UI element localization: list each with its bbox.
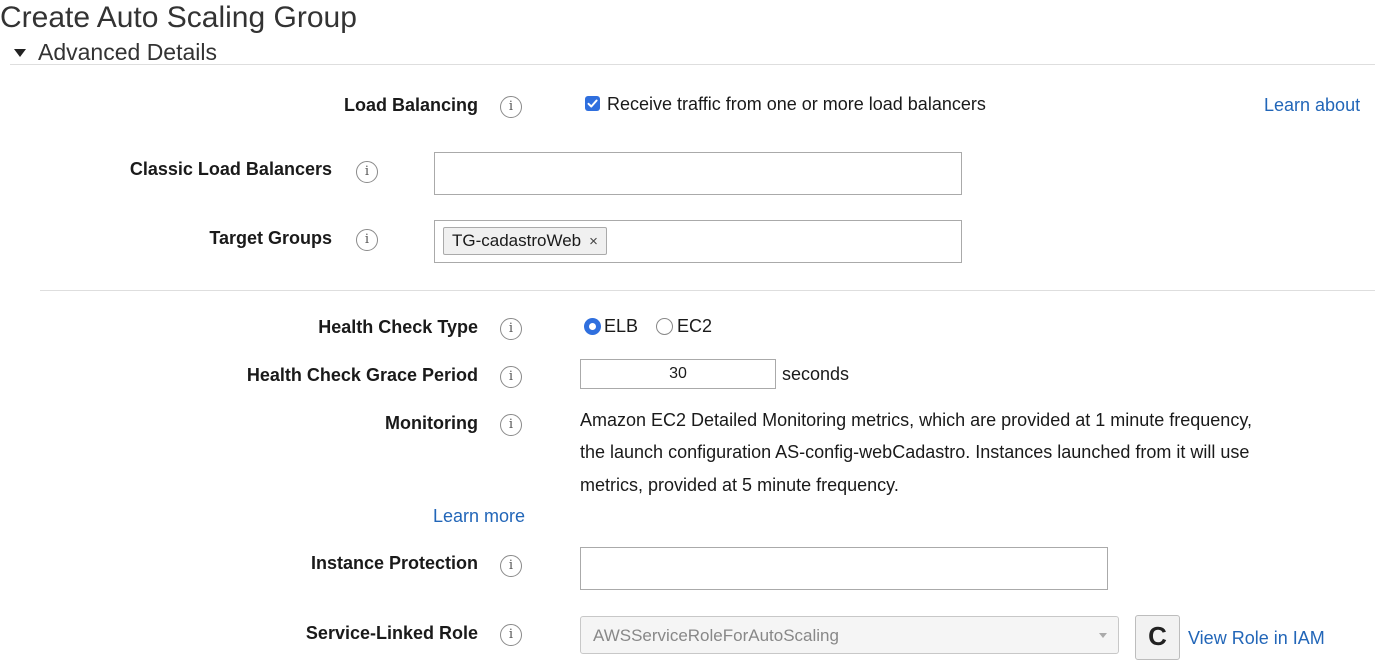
health-check-type-label: Health Check Type — [318, 317, 478, 337]
caret-down-icon — [14, 49, 26, 57]
dropdown-arrow-icon — [1099, 633, 1107, 638]
target-group-tag: TG-cadastroWeb × — [443, 227, 607, 255]
health-check-grace-label: Health Check Grace Period — [246, 365, 478, 385]
form-divider — [40, 290, 1375, 291]
monitoring-label: Monitoring — [385, 413, 478, 433]
info-icon[interactable]: i — [500, 366, 522, 388]
monitoring-text-line: Amazon EC2 Detailed Monitoring metrics, … — [580, 410, 1252, 430]
seconds-unit: seconds — [782, 364, 850, 384]
elb-radio[interactable] — [584, 318, 601, 335]
classic-load-balancers-label: Classic Load Balancers — [129, 159, 332, 179]
section-title: Advanced Details — [38, 39, 217, 65]
instance-protection-input[interactable] — [580, 547, 1108, 590]
info-icon[interactable]: i — [500, 555, 522, 577]
receive-traffic-label: Receive traffic from one or more load ba… — [607, 94, 986, 114]
advanced-details-toggle[interactable]: Advanced Details — [14, 38, 217, 66]
remove-tag-icon[interactable]: × — [589, 233, 598, 250]
info-icon[interactable]: i — [500, 318, 522, 340]
ec2-radio-label: EC2 — [677, 316, 713, 336]
target-group-tag-label: TG-cadastroWeb — [452, 231, 582, 250]
view-role-in-iam-link[interactable]: View Role in IAM — [1188, 627, 1325, 649]
grace-period-input[interactable]: 30 — [580, 359, 776, 389]
ec2-radio[interactable] — [656, 318, 673, 335]
service-linked-role-select[interactable]: AWSServiceRoleForAutoScaling — [580, 616, 1119, 654]
monitoring-text-line: metrics, provided at 5 minute frequency. — [580, 475, 899, 495]
checkmark-icon — [587, 99, 598, 108]
classic-load-balancers-input[interactable] — [434, 152, 962, 195]
elb-radio-label: ELB — [604, 316, 639, 336]
section-divider — [10, 64, 1375, 65]
learn-more-link[interactable]: Learn more — [433, 505, 525, 527]
instance-protection-label: Instance Protection — [310, 553, 478, 573]
info-icon[interactable]: i — [500, 414, 522, 436]
service-linked-role-label: Service-Linked Role — [305, 623, 478, 643]
monitoring-text-line: the launch configuration AS-config-webCa… — [580, 442, 1250, 462]
info-icon[interactable]: i — [356, 229, 378, 251]
info-icon[interactable]: i — [500, 96, 522, 118]
service-linked-role-value: AWSServiceRoleForAutoScaling — [593, 626, 839, 645]
page-title: Create Auto Scaling Group — [0, 1, 357, 34]
receive-traffic-checkbox[interactable] — [585, 96, 600, 111]
learn-about-link[interactable]: Learn about — [1264, 94, 1360, 116]
target-groups-label: Target Groups — [209, 228, 332, 248]
refresh-button[interactable]: C — [1135, 615, 1180, 660]
info-icon[interactable]: i — [356, 161, 378, 183]
info-icon[interactable]: i — [500, 624, 522, 646]
load-balancing-label: Load Balancing — [343, 95, 478, 115]
